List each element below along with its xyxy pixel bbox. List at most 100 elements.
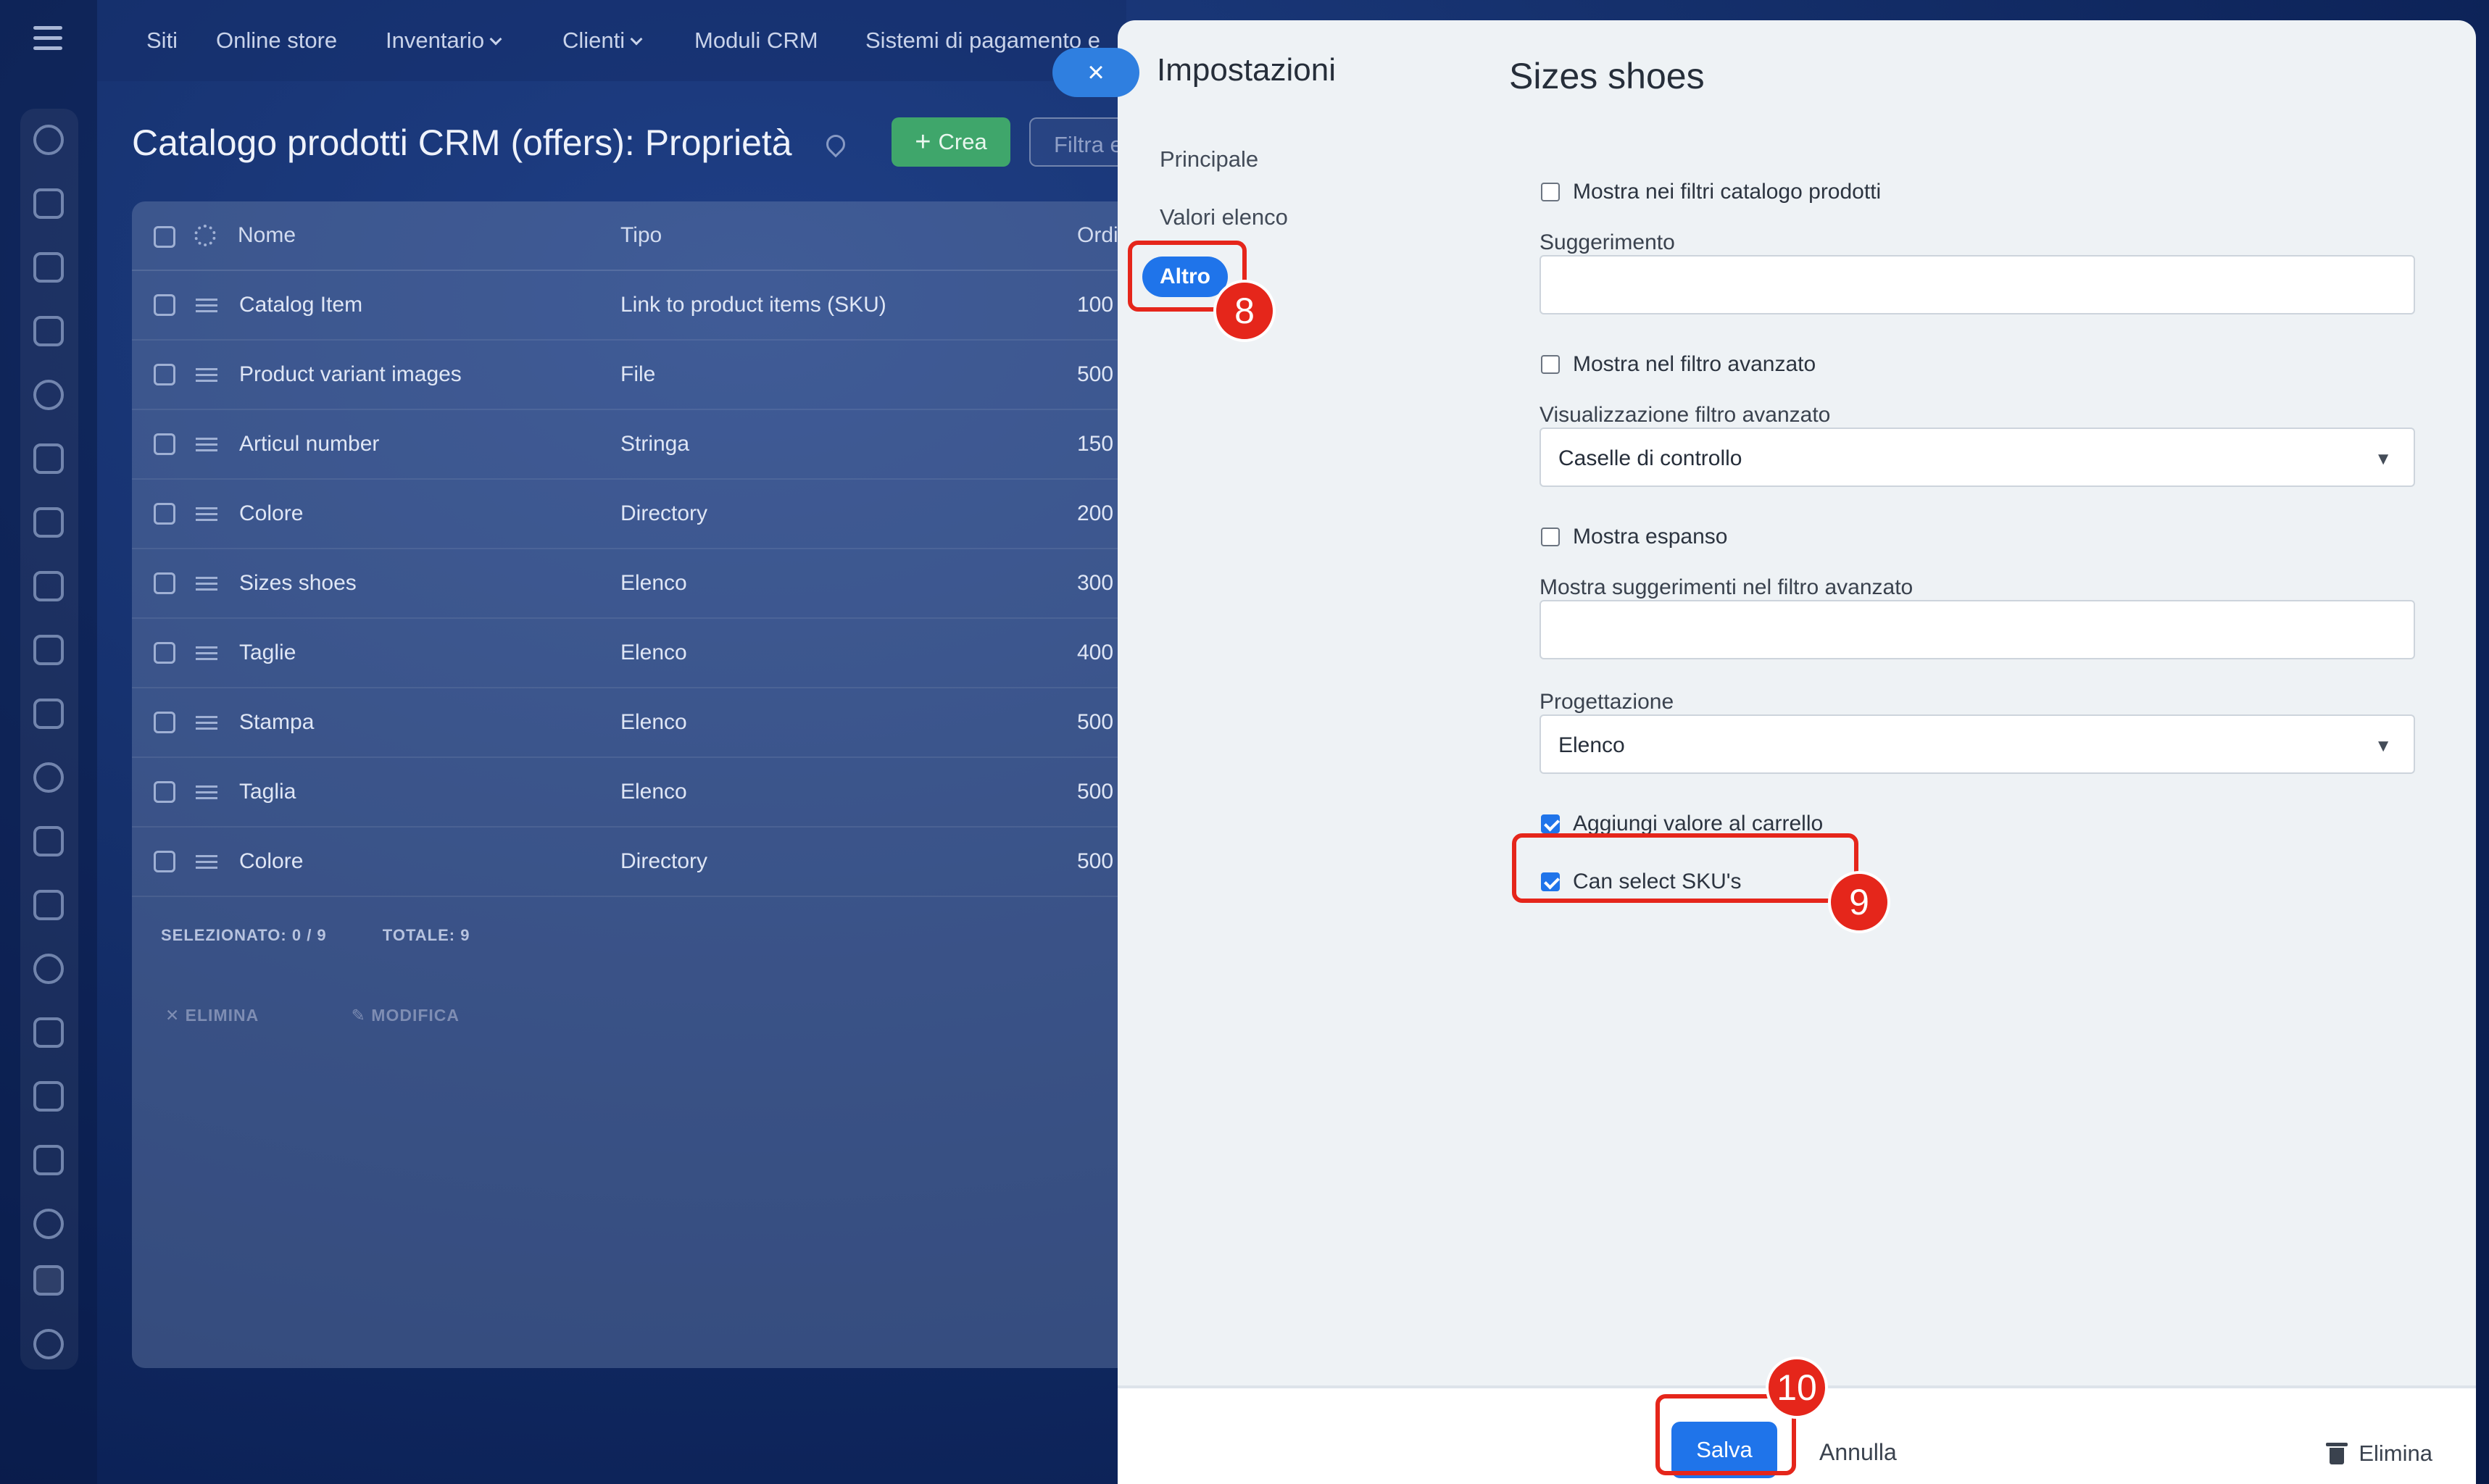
feed-icon[interactable] (33, 252, 64, 283)
gear-icon[interactable] (194, 225, 216, 246)
drag-handle-icon[interactable] (196, 646, 217, 661)
row-name[interactable]: Taglia (239, 780, 296, 804)
board-icon[interactable] (33, 571, 64, 601)
hint-input[interactable] (1539, 255, 2415, 314)
nav-online-store[interactable]: Online store (216, 28, 337, 54)
row-name[interactable]: Sizes shoes (239, 571, 357, 596)
table-row[interactable]: Colore Directory 200 (132, 480, 1147, 549)
funnel-icon[interactable] (33, 826, 64, 856)
add-to-cart-checkbox[interactable] (1541, 814, 1560, 833)
nav-siti[interactable]: Siti (146, 28, 178, 54)
drag-handle-icon[interactable] (196, 716, 217, 730)
row-name[interactable]: Colore (239, 849, 303, 874)
row-name[interactable]: Stampa (239, 710, 314, 735)
tasks-icon[interactable] (33, 316, 64, 346)
column-header-name[interactable]: Nome (238, 223, 296, 248)
crm-icon[interactable] (33, 380, 64, 410)
design-select[interactable]: Elenco ▼ (1539, 714, 2415, 774)
table-row[interactable]: Sizes shoes Elenco 300 (132, 549, 1147, 619)
sites-icon[interactable] (33, 1017, 64, 1048)
booking-icon[interactable] (33, 890, 64, 920)
marketing-icon[interactable] (33, 1209, 64, 1239)
chat-icon[interactable] (33, 188, 64, 219)
table-row[interactable]: Taglia Elenco 500 (132, 758, 1147, 828)
drag-handle-icon[interactable] (196, 368, 217, 383)
row-checkbox[interactable] (154, 433, 175, 455)
column-header-type[interactable]: Tipo (620, 223, 662, 248)
adv-hints-input[interactable] (1539, 600, 2415, 659)
calendar-icon[interactable] (33, 443, 64, 474)
show-expanded-row[interactable]: Mostra espanso (1541, 525, 1727, 549)
drag-handle-icon[interactable] (196, 507, 217, 522)
drag-handle-icon[interactable] (196, 855, 217, 870)
row-type: Directory (620, 501, 708, 525)
analytics-icon[interactable] (33, 1081, 64, 1112)
drag-handle-icon[interactable] (196, 438, 217, 452)
table-row[interactable]: Taglie Elenco 400 (132, 619, 1147, 688)
nav-moduli-crm[interactable]: Moduli CRM (694, 28, 818, 54)
settings-title: Impostazioni (1157, 52, 1337, 88)
menu-icon[interactable] (33, 26, 62, 51)
table-row[interactable]: Colore Directory 500 (132, 828, 1147, 897)
activity-icon[interactable] (33, 125, 64, 155)
show-adv-filter-label: Mostra nel filtro avanzato (1573, 352, 1816, 376)
column-header-order[interactable]: Ordi (1077, 223, 1118, 248)
edit-action[interactable]: ✎ MODIFICA (352, 1006, 503, 1025)
mail-icon[interactable] (33, 699, 64, 729)
chevron-down-icon: ▼ (2374, 736, 2392, 756)
selected-count: SELEZIONATO: 0 / 9 (161, 926, 327, 944)
table-row[interactable]: Stampa Elenco 500 (132, 688, 1147, 758)
show-adv-filter-checkbox[interactable] (1541, 355, 1560, 374)
add-to-cart-row[interactable]: Aggiungi valore al carrello (1541, 812, 1823, 836)
robot-icon[interactable] (33, 954, 64, 984)
row-checkbox[interactable] (154, 503, 175, 525)
show-in-filters-checkbox[interactable] (1541, 183, 1560, 201)
close-panel-button[interactable]: × (1052, 48, 1139, 97)
inventory-icon[interactable] (33, 1145, 64, 1175)
cart-icon[interactable] (33, 1265, 64, 1296)
documents-icon[interactable] (33, 507, 64, 538)
row-checkbox[interactable] (154, 572, 175, 594)
row-type: Elenco (620, 780, 687, 804)
nav-clienti[interactable]: Clienti (562, 28, 643, 54)
menu-item-principale[interactable]: Principale (1160, 146, 1258, 172)
delete-button[interactable]: Elimina (2326, 1441, 2432, 1467)
row-checkbox[interactable] (154, 294, 175, 316)
row-name[interactable]: Taglie (239, 641, 296, 665)
row-type: Directory (620, 849, 708, 873)
filter-input[interactable]: Filtra e (1029, 117, 1131, 167)
drag-handle-icon[interactable] (196, 299, 217, 313)
row-checkbox[interactable] (154, 364, 175, 385)
delete-action[interactable]: ✕ ELIMINA (165, 1006, 302, 1025)
row-checkbox[interactable] (154, 642, 175, 664)
cancel-button[interactable]: Annulla (1819, 1439, 1897, 1466)
row-order: 500 (1077, 362, 1114, 386)
menu-item-valori-elenco[interactable]: Valori elenco (1160, 204, 1288, 230)
row-name[interactable]: Colore (239, 501, 303, 526)
show-expanded-checkbox[interactable] (1541, 528, 1560, 546)
drag-handle-icon[interactable] (196, 577, 217, 591)
show-in-filters-row[interactable]: Mostra nei filtri catalogo prodotti (1541, 180, 1881, 204)
table-row[interactable]: Catalog Item Link to product items (SKU)… (132, 271, 1147, 341)
nav-inventario[interactable]: Inventario (386, 28, 502, 54)
drive-icon[interactable] (33, 635, 64, 665)
row-checkbox[interactable] (154, 781, 175, 803)
row-name[interactable]: Articul number (239, 432, 379, 457)
pin-icon[interactable] (822, 130, 849, 158)
table-row[interactable]: Product variant images File 500 (132, 341, 1147, 410)
create-button[interactable]: + Crea (892, 117, 1010, 167)
row-checkbox[interactable] (154, 712, 175, 733)
row-type: Elenco (620, 710, 687, 734)
show-adv-filter-row[interactable]: Mostra nel filtro avanzato (1541, 352, 1816, 377)
row-name[interactable]: Catalog Item (239, 293, 362, 317)
page-title: Catalogo prodotti CRM (offers): Propriet… (132, 122, 792, 163)
row-name[interactable]: Product variant images (239, 362, 462, 387)
table-row[interactable]: Articul number Stringa 150 (132, 410, 1147, 480)
nav-sistemi-pagamento[interactable]: Sistemi di pagamento e (865, 28, 1100, 54)
drag-handle-icon[interactable] (196, 785, 217, 800)
row-checkbox[interactable] (154, 851, 175, 872)
apps-icon[interactable] (33, 1329, 64, 1359)
adv-filter-view-select[interactable]: Caselle di controllo ▼ (1539, 428, 2415, 487)
select-all-checkbox[interactable] (154, 226, 175, 248)
contacts-icon[interactable] (33, 762, 64, 793)
